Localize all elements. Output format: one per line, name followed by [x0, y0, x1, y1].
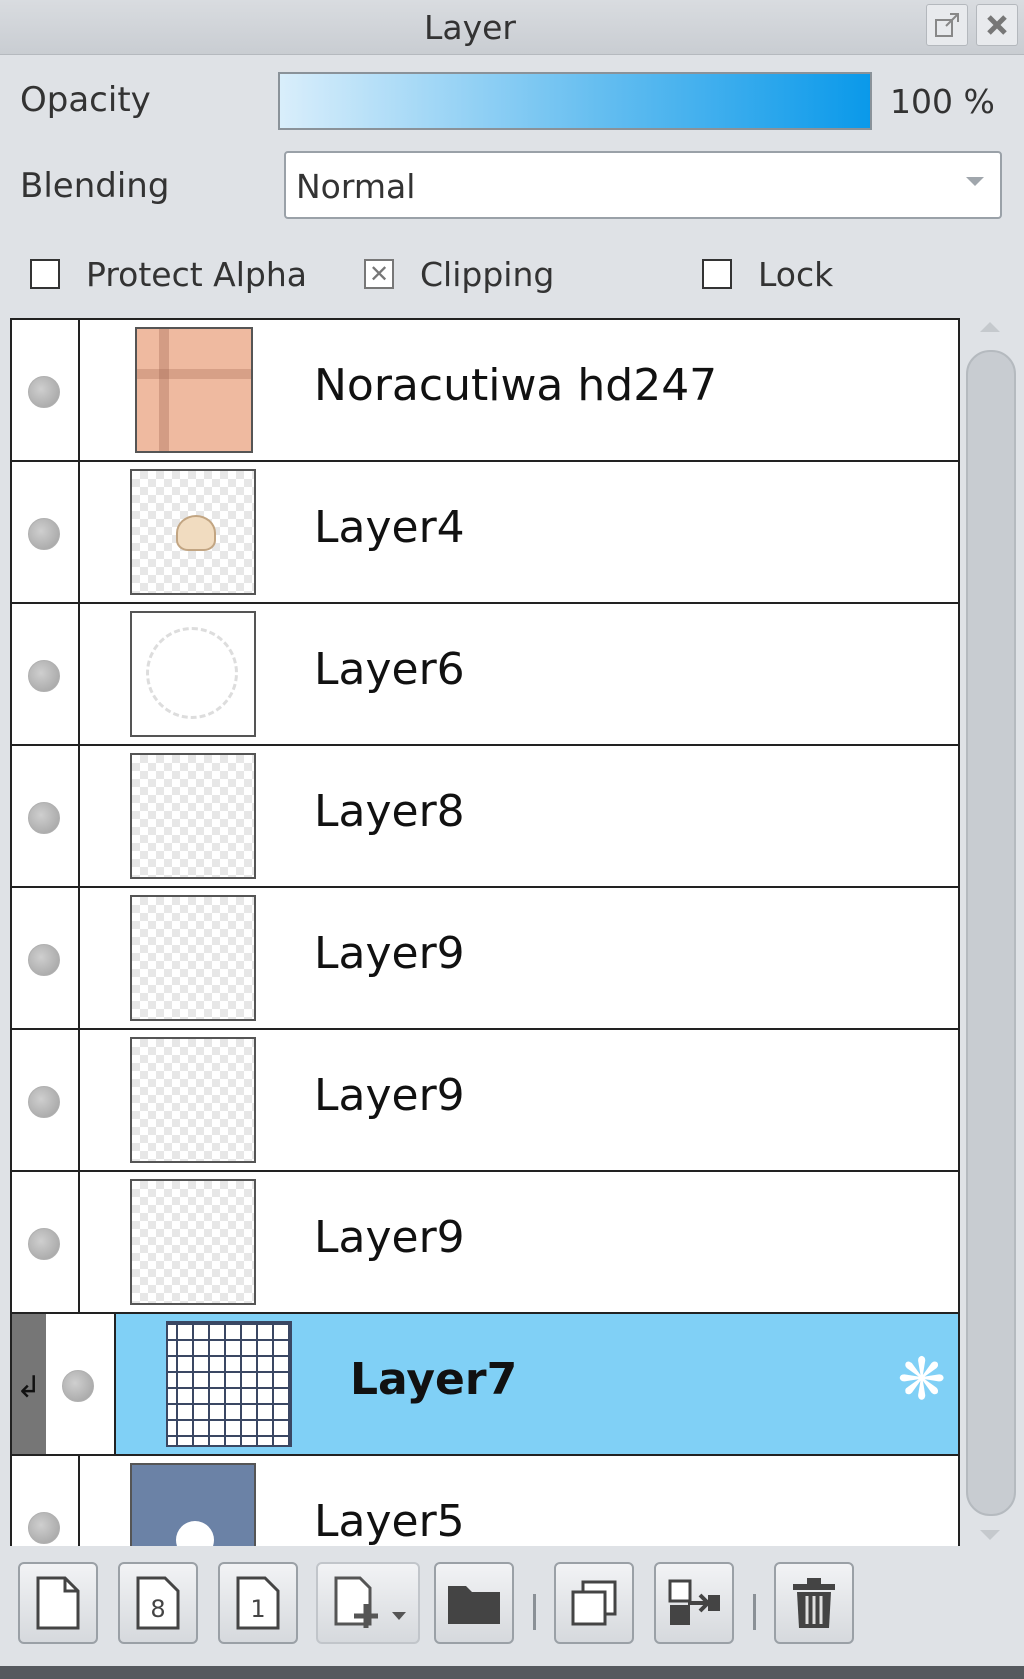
- lock-label: Lock: [758, 255, 834, 294]
- visibility-cell: [12, 746, 80, 886]
- opacity-label: Opacity: [20, 80, 151, 120]
- popout-icon[interactable]: [926, 4, 968, 46]
- blending-select[interactable]: Normal: [284, 151, 1002, 219]
- layer-row[interactable]: Layer6: [12, 604, 958, 746]
- toolbar-separator: [753, 1594, 756, 1630]
- layer-name: Layer8: [314, 786, 465, 837]
- visibility-toggle[interactable]: [28, 1228, 60, 1260]
- lock-checkbox[interactable]: [702, 259, 732, 289]
- title-bar[interactable]: Layer: [0, 0, 1024, 55]
- new-1bit-layer-icon: 1: [236, 1576, 280, 1630]
- visibility-cell: [12, 320, 80, 460]
- visibility-toggle[interactable]: [28, 376, 60, 408]
- blending-value: Normal: [296, 167, 416, 206]
- layer-name: Layer9: [314, 1070, 465, 1121]
- layer-name: Noracutiwa hd247: [314, 360, 718, 411]
- gear-icon[interactable]: ❋: [897, 1350, 946, 1408]
- blending-label: Blending: [20, 166, 170, 206]
- layer-row-selected[interactable]: ↲ Layer7 ❋: [12, 1314, 958, 1456]
- visibility-toggle[interactable]: [28, 1086, 60, 1118]
- merge-down-button[interactable]: [654, 1562, 734, 1644]
- visibility-toggle[interactable]: [28, 944, 60, 976]
- layer-panel: Layer Opacity 100 % Blending Normal Prot…: [0, 0, 1024, 1679]
- visibility-toggle[interactable]: [28, 518, 60, 550]
- panel-title: Layer: [423, 8, 516, 47]
- clipping-checkbox[interactable]: ✕: [364, 259, 394, 289]
- visibility-toggle[interactable]: [28, 1512, 60, 1544]
- layer-list: Noracutiwa hd247 Layer4 Layer6 Layer8 La…: [10, 318, 960, 1546]
- close-icon[interactable]: [976, 4, 1018, 46]
- layer-thumbnail: [135, 327, 253, 453]
- layer-name: Layer4: [314, 502, 465, 553]
- new-folder-icon: [448, 1586, 500, 1624]
- visibility-cell: [12, 1172, 80, 1312]
- new-8bit-layer-button[interactable]: 8: [118, 1562, 198, 1644]
- layer-thumbnail: [130, 1037, 256, 1163]
- new-folder-button[interactable]: [434, 1562, 514, 1644]
- visibility-cell: [46, 1314, 116, 1454]
- layer-thumbnail: [130, 469, 256, 595]
- new-8bit-layer-icon: 8: [136, 1576, 180, 1630]
- duplicate-layer-icon: [571, 1580, 617, 1626]
- layer-row[interactable]: Layer9: [12, 1030, 958, 1172]
- clipping-label: Clipping: [420, 255, 555, 294]
- layer-name: Layer9: [314, 928, 465, 979]
- layer-row[interactable]: Layer5: [12, 1456, 958, 1546]
- visibility-cell: [12, 888, 80, 1028]
- new-layer-button[interactable]: [18, 1562, 98, 1644]
- layer-thumbnail: [130, 753, 256, 879]
- visibility-cell: [12, 1030, 80, 1170]
- add-layer-menu-button[interactable]: [316, 1562, 420, 1644]
- new-1bit-layer-button[interactable]: 1: [218, 1562, 298, 1644]
- protect-alpha-label: Protect Alpha: [86, 255, 307, 294]
- delete-layer-icon: [793, 1578, 835, 1628]
- visibility-cell: [12, 462, 80, 602]
- layer-row[interactable]: Layer9: [12, 888, 958, 1030]
- layer-name: Layer9: [314, 1212, 465, 1263]
- layer-name: Layer5: [314, 1496, 465, 1546]
- layer-thumbnail: [130, 1179, 256, 1305]
- layer-thumbnail: [130, 1463, 256, 1546]
- scroll-down-arrow-icon[interactable]: [980, 1530, 1000, 1540]
- layer-toolbar: 8 1: [0, 1548, 1024, 1666]
- add-layer-menu-icon: [334, 1576, 406, 1628]
- visibility-toggle[interactable]: [28, 802, 60, 834]
- clip-arrow-icon: ↲: [16, 1370, 42, 1405]
- scrollbar[interactable]: [966, 350, 1016, 1516]
- panel-bottom-border: [0, 1666, 1024, 1679]
- visibility-toggle[interactable]: [28, 660, 60, 692]
- scroll-up-arrow-icon[interactable]: [980, 322, 1000, 332]
- svg-text:1: 1: [250, 1595, 265, 1623]
- merge-down-icon: [668, 1579, 720, 1625]
- duplicate-layer-button[interactable]: [554, 1562, 634, 1644]
- svg-text:8: 8: [150, 1595, 165, 1623]
- new-layer-icon: [36, 1576, 80, 1630]
- opacity-slider[interactable]: [278, 72, 872, 130]
- layer-name: Layer6: [314, 644, 465, 695]
- visibility-toggle[interactable]: [62, 1370, 94, 1402]
- layer-thumbnail: [130, 895, 256, 1021]
- delete-layer-button[interactable]: [774, 1562, 854, 1644]
- chevron-down-icon: [966, 177, 984, 186]
- layer-row[interactable]: Layer4: [12, 462, 958, 604]
- visibility-cell: [12, 1456, 80, 1546]
- protect-alpha-checkbox[interactable]: [30, 259, 60, 289]
- toolbar-separator: [533, 1594, 536, 1630]
- layer-thumbnail: [166, 1321, 292, 1447]
- layer-thumbnail: [130, 611, 256, 737]
- layer-row[interactable]: Layer9: [12, 1172, 958, 1314]
- visibility-cell: [12, 604, 80, 744]
- layer-row[interactable]: Noracutiwa hd247: [12, 320, 958, 462]
- opacity-value: 100 %: [890, 82, 995, 121]
- layer-name: Layer7: [350, 1354, 518, 1405]
- layer-row[interactable]: Layer8: [12, 746, 958, 888]
